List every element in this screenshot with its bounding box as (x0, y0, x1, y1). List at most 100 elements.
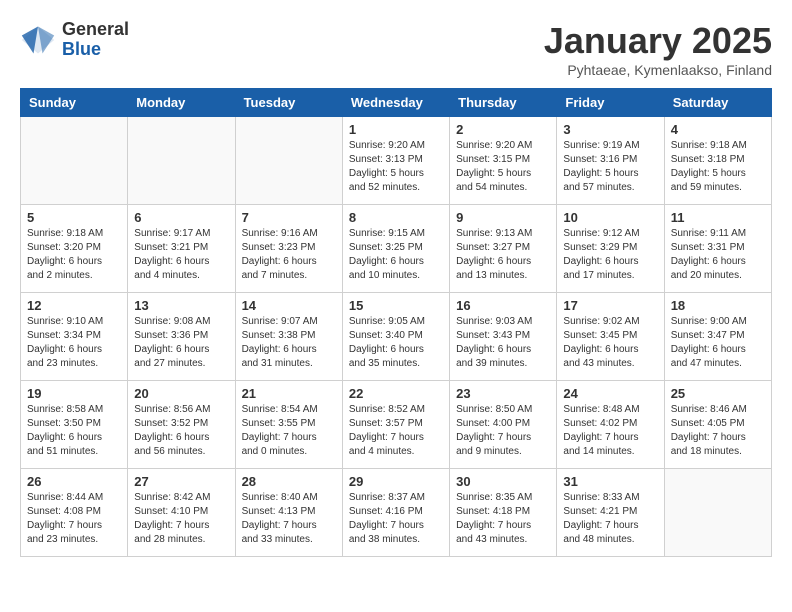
day-number: 14 (242, 298, 336, 313)
calendar-cell: 9 Sunrise: 9:13 AM Sunset: 3:27 PM Daylig… (450, 205, 557, 293)
calendar-cell: 28Sunrise: 8:40 AM Sunset: 4:13 PM Dayli… (235, 469, 342, 557)
day-info: Sunrise: 9:03 AM Sunset: 3:43 PM Dayligh… (456, 315, 550, 371)
weekday-header-tuesday: Tuesday (235, 89, 342, 117)
day-info: Sunrise: 8:46 AM Sunset: 4:05 PM Dayligh… (671, 403, 765, 459)
day-number: 8 (349, 210, 443, 225)
calendar-cell: 11 Sunrise: 9:11 AM Sunset: 3:31 PM Dayli… (664, 205, 771, 293)
calendar-cell: 3 Sunrise: 9:19 AM Sunset: 3:16 PM Daylig… (557, 117, 664, 205)
calendar-cell: 16 Sunrise: 9:03 AM Sunset: 3:43 PM Dayli… (450, 293, 557, 381)
day-number: 13 (134, 298, 228, 313)
day-number: 29 (349, 474, 443, 489)
day-number: 2 (456, 122, 550, 137)
calendar-body: 1 Sunrise: 9:20 AM Sunset: 3:13 PM Daylig… (21, 117, 772, 557)
day-info: Sunrise: 9:00 AM Sunset: 3:47 PM Dayligh… (671, 315, 765, 371)
calendar-cell: 26Sunrise: 8:44 AM Sunset: 4:08 PM Dayli… (21, 469, 128, 557)
day-info: Sunrise: 8:56 AM Sunset: 3:52 PM Dayligh… (134, 403, 228, 459)
calendar-cell: 15Sunrise: 9:05 AM Sunset: 3:40 PM Dayli… (342, 293, 449, 381)
day-info: Sunrise: 9:18 AM Sunset: 3:20 PM Dayligh… (27, 227, 121, 283)
weekday-header-sunday: Sunday (21, 89, 128, 117)
day-info: Sunrise: 9:15 AM Sunset: 3:25 PM Dayligh… (349, 227, 443, 283)
calendar-week-2: 12 Sunrise: 9:10 AM Sunset: 3:34 PM Dayli… (21, 293, 772, 381)
day-info: Sunrise: 9:19 AM Sunset: 3:16 PM Dayligh… (563, 139, 657, 195)
day-number: 15 (349, 298, 443, 313)
day-info: Sunrise: 8:48 AM Sunset: 4:02 PM Dayligh… (563, 403, 657, 459)
day-number: 22 (349, 386, 443, 401)
day-number: 1 (349, 122, 443, 137)
day-number: 17 (563, 298, 657, 313)
logo: General Blue (20, 20, 129, 60)
calendar-cell: 18 Sunrise: 9:00 AM Sunset: 3:47 PM Dayli… (664, 293, 771, 381)
day-number: 10 (563, 210, 657, 225)
calendar-cell: 31 Sunrise: 8:33 AM Sunset: 4:21 PM Dayli… (557, 469, 664, 557)
calendar-cell (235, 117, 342, 205)
day-number: 3 (563, 122, 657, 137)
calendar-header: SundayMondayTuesdayWednesdayThursdayFrid… (21, 89, 772, 117)
day-number: 9 (456, 210, 550, 225)
day-number: 30 (456, 474, 550, 489)
day-info: Sunrise: 8:33 AM Sunset: 4:21 PM Dayligh… (563, 491, 657, 547)
calendar-cell: 8 Sunrise: 9:15 AM Sunset: 3:25 PM Daylig… (342, 205, 449, 293)
day-number: 31 (563, 474, 657, 489)
calendar-subtitle: Pyhtaeae, Kymenlaakso, Finland (544, 62, 772, 78)
day-number: 5 (27, 210, 121, 225)
day-number: 11 (671, 210, 765, 225)
calendar-cell: 13 Sunrise: 9:08 AM Sunset: 3:36 PM Dayli… (128, 293, 235, 381)
day-number: 27 (134, 474, 228, 489)
day-number: 6 (134, 210, 228, 225)
calendar-cell: 14 Sunrise: 9:07 AM Sunset: 3:38 PM Dayli… (235, 293, 342, 381)
calendar-cell: 5 Sunrise: 9:18 AM Sunset: 3:20 PM Daylig… (21, 205, 128, 293)
day-info: Sunrise: 8:42 AM Sunset: 4:10 PM Dayligh… (134, 491, 228, 547)
calendar-cell: 29 Sunrise: 8:37 AM Sunset: 4:16 PM Dayli… (342, 469, 449, 557)
day-info: Sunrise: 9:11 AM Sunset: 3:31 PM Dayligh… (671, 227, 765, 283)
weekday-header-wednesday: Wednesday (342, 89, 449, 117)
day-info: Sunrise: 9:20 AM Sunset: 3:13 PM Dayligh… (349, 139, 443, 195)
day-info: Sunrise: 9:17 AM Sunset: 3:21 PM Dayligh… (134, 227, 228, 283)
day-info: Sunrise: 9:07 AM Sunset: 3:38 PM Dayligh… (242, 315, 336, 371)
day-number: 24 (563, 386, 657, 401)
day-info: Sunrise: 9:02 AM Sunset: 3:45 PM Dayligh… (563, 315, 657, 371)
day-info: Sunrise: 9:10 AM Sunset: 3:34 PM Dayligh… (27, 315, 121, 371)
calendar-cell: 23Sunrise: 8:50 AM Sunset: 4:00 PM Dayli… (450, 381, 557, 469)
calendar-cell: 2 Sunrise: 9:20 AM Sunset: 3:15 PM Daylig… (450, 117, 557, 205)
calendar-cell: 6 Sunrise: 9:17 AM Sunset: 3:21 PM Daylig… (128, 205, 235, 293)
page-header: General Blue January 2025 Pyhtaeae, Kyme… (20, 20, 772, 78)
calendar-week-0: 1 Sunrise: 9:20 AM Sunset: 3:13 PM Daylig… (21, 117, 772, 205)
logo-icon (20, 22, 56, 58)
day-info: Sunrise: 9:08 AM Sunset: 3:36 PM Dayligh… (134, 315, 228, 371)
weekday-header-row: SundayMondayTuesdayWednesdayThursdayFrid… (21, 89, 772, 117)
day-info: Sunrise: 8:50 AM Sunset: 4:00 PM Dayligh… (456, 403, 550, 459)
calendar-cell: 22Sunrise: 8:52 AM Sunset: 3:57 PM Dayli… (342, 381, 449, 469)
day-info: Sunrise: 9:13 AM Sunset: 3:27 PM Dayligh… (456, 227, 550, 283)
calendar-cell: 30 Sunrise: 8:35 AM Sunset: 4:18 PM Dayli… (450, 469, 557, 557)
weekday-header-saturday: Saturday (664, 89, 771, 117)
day-info: Sunrise: 9:18 AM Sunset: 3:18 PM Dayligh… (671, 139, 765, 195)
day-number: 19 (27, 386, 121, 401)
calendar-week-3: 19 Sunrise: 8:58 AM Sunset: 3:50 PM Dayli… (21, 381, 772, 469)
calendar-cell: 1 Sunrise: 9:20 AM Sunset: 3:13 PM Daylig… (342, 117, 449, 205)
logo-general: General (62, 20, 129, 40)
day-number: 18 (671, 298, 765, 313)
calendar-title: January 2025 (544, 20, 772, 62)
weekday-header-friday: Friday (557, 89, 664, 117)
calendar-cell: 27 Sunrise: 8:42 AM Sunset: 4:10 PM Dayli… (128, 469, 235, 557)
day-number: 25 (671, 386, 765, 401)
day-number: 16 (456, 298, 550, 313)
calendar-cell (128, 117, 235, 205)
calendar-cell: 7Sunrise: 9:16 AM Sunset: 3:23 PM Daylig… (235, 205, 342, 293)
calendar-cell (21, 117, 128, 205)
logo-text: General Blue (62, 20, 129, 60)
day-info: Sunrise: 8:37 AM Sunset: 4:16 PM Dayligh… (349, 491, 443, 547)
calendar-cell: 4Sunrise: 9:18 AM Sunset: 3:18 PM Daylig… (664, 117, 771, 205)
day-info: Sunrise: 8:44 AM Sunset: 4:08 PM Dayligh… (27, 491, 121, 547)
day-info: Sunrise: 8:35 AM Sunset: 4:18 PM Dayligh… (456, 491, 550, 547)
weekday-header-monday: Monday (128, 89, 235, 117)
day-info: Sunrise: 9:16 AM Sunset: 3:23 PM Dayligh… (242, 227, 336, 283)
day-info: Sunrise: 8:40 AM Sunset: 4:13 PM Dayligh… (242, 491, 336, 547)
day-number: 21 (242, 386, 336, 401)
title-section: January 2025 Pyhtaeae, Kymenlaakso, Finl… (544, 20, 772, 78)
day-number: 12 (27, 298, 121, 313)
calendar-cell: 17 Sunrise: 9:02 AM Sunset: 3:45 PM Dayli… (557, 293, 664, 381)
calendar-cell: 10Sunrise: 9:12 AM Sunset: 3:29 PM Dayli… (557, 205, 664, 293)
day-info: Sunrise: 9:20 AM Sunset: 3:15 PM Dayligh… (456, 139, 550, 195)
day-info: Sunrise: 8:58 AM Sunset: 3:50 PM Dayligh… (27, 403, 121, 459)
